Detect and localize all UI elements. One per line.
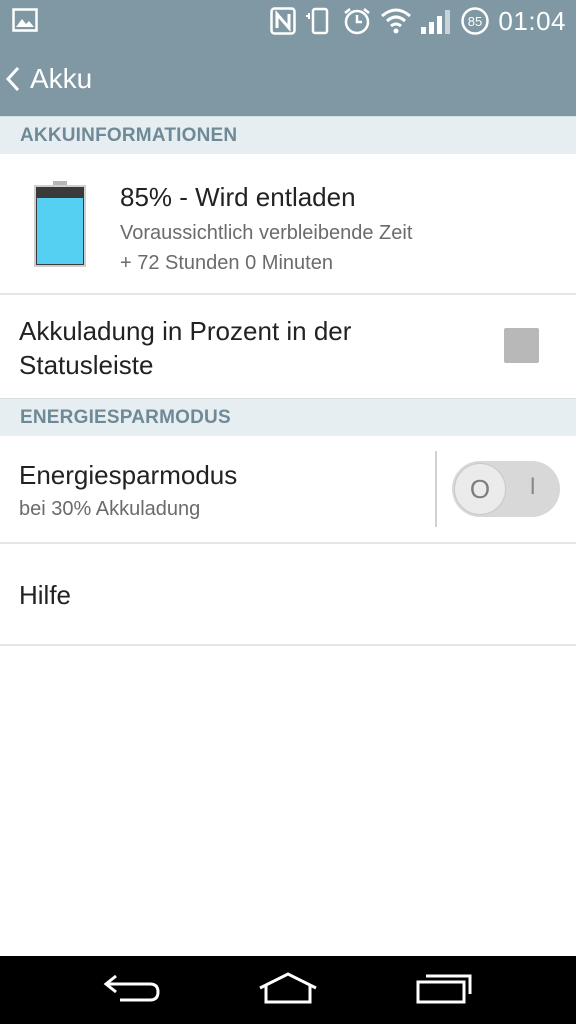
back-button[interactable]: Akku [0,42,92,116]
battery-status-text: 85% - Wird entladen [120,182,356,212]
section-header-power-saving: ENERGIESPARMODUS [0,398,576,436]
vibrate-icon [304,6,334,36]
action-bar: Akku [0,42,576,116]
section-title: ENERGIESPARMODUS [20,407,231,428]
nav-home-button[interactable] [254,970,322,1010]
toggle-knob[interactable]: O [454,463,506,515]
nfc-icon [270,7,297,35]
power-saving-row[interactable]: Energiesparmodus bei 30% Akkuladung O I [0,436,576,542]
power-saving-sublabel: bei 30% Akkuladung [19,498,201,520]
help-label: Hilfe [19,580,72,610]
section-header-battery-info: AKKUINFORMATIONEN [0,116,576,154]
wifi-icon [380,7,412,35]
power-saving-label: Energiesparmodus [19,460,238,490]
page-title: Akku [30,63,93,94]
toggle-off-glyph: O [469,473,491,504]
navigation-bar [0,956,576,1024]
toggle-on-glyph: I [529,473,536,500]
section-title: AKKUINFORMATIONEN [20,125,238,146]
battery-status-row: 85% - Wird entladen Voraussichtlich verb… [0,154,576,294]
svg-text:85: 85 [468,14,482,29]
remaining-time-label: Voraussichtlich verbleibende Zeit [120,222,413,244]
percent-in-statusbar-row[interactable]: Akkuladung in Prozent in der Statusleist… [0,296,576,398]
nav-recents-button[interactable] [412,970,476,1010]
status-bar: 85 01:04 [0,0,576,42]
nav-back-button[interactable] [100,970,164,1010]
home-icon [256,970,320,1011]
divider [0,644,576,646]
remaining-time-value: + 72 Stunden 0 Minuten [120,252,333,274]
clock: 01:04 [498,5,566,36]
image-icon [12,8,38,37]
vertical-divider [435,451,437,527]
help-row[interactable]: Hilfe [0,544,576,644]
power-saving-toggle[interactable]: O I [452,461,560,517]
back-arrow-icon [102,970,162,1011]
battery-level-icon [33,181,87,267]
chevron-left-icon [4,64,28,94]
percent-in-statusbar-checkbox[interactable] [504,328,539,363]
divider [0,293,576,295]
battery-icon: 85 [460,6,490,36]
recent-apps-icon [414,970,474,1011]
alarm-icon [342,6,372,36]
percent-in-statusbar-label: Akkuladung in Prozent in der Statusleist… [19,316,352,380]
signal-icon [420,7,452,35]
